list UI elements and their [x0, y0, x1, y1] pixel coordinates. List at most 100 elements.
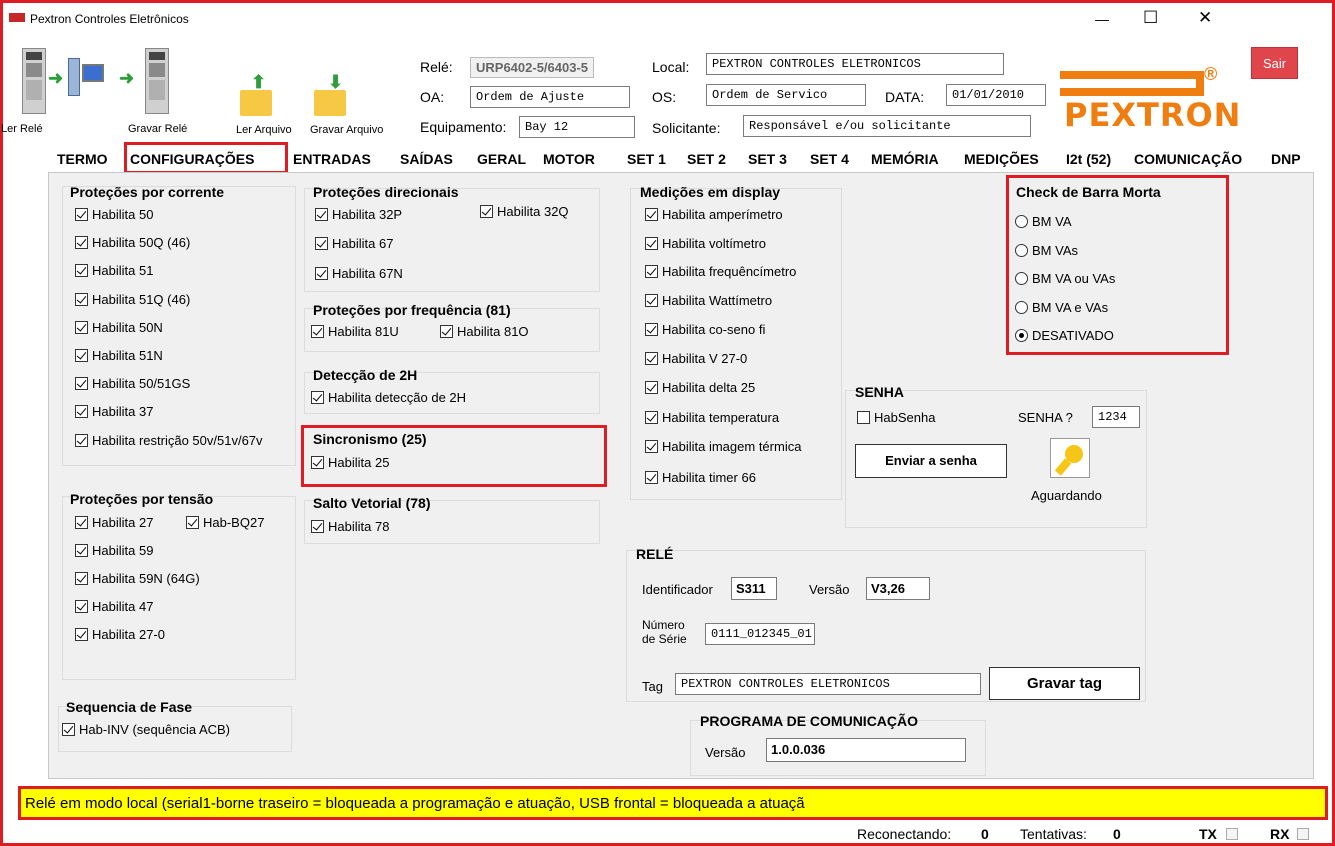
- habilita-temperatura-checkbox[interactable]: Habilita temperatura: [645, 410, 779, 425]
- relay-device-icon: [145, 48, 169, 114]
- habilita-51-checkbox[interactable]: Habilita 51: [75, 263, 153, 278]
- habilita-27-checkbox[interactable]: Habilita 27: [75, 515, 153, 530]
- os-label: OS:: [652, 89, 677, 105]
- tentativas-value: 0: [1113, 826, 1121, 842]
- habilita-50n-checkbox[interactable]: Habilita 50N: [75, 320, 163, 335]
- habilita-amperimetro-checkbox[interactable]: Habilita amperímetro: [645, 207, 783, 222]
- local-field[interactable]: PEXTRON CONTROLES ELETRONICOS: [706, 53, 1004, 75]
- habilita-restricao-checkbox[interactable]: Habilita restrição 50v/51v/67v: [75, 433, 263, 448]
- habilita-78-checkbox[interactable]: Habilita 78: [311, 519, 389, 534]
- habilita-51q-checkbox[interactable]: Habilita 51Q (46): [75, 292, 190, 307]
- equipamento-label: Equipamento:: [420, 119, 507, 135]
- habilita-delta25-checkbox[interactable]: Habilita delta 25: [645, 380, 755, 395]
- enviar-senha-button[interactable]: Enviar a senha: [855, 444, 1007, 478]
- tab-comunicacao[interactable]: COMUNICAÇÃO: [1131, 146, 1245, 172]
- tab-entradas[interactable]: ENTRADAS: [290, 146, 374, 172]
- pextron-logo: ® PEXTRON: [1058, 64, 1240, 134]
- reconectando-label: Reconectando:: [857, 826, 952, 842]
- habilita-imagem-termica-checkbox[interactable]: Habilita imagem térmica: [645, 439, 801, 454]
- registered-mark: ®: [1204, 64, 1218, 84]
- ler-rele-label: Ler Relé: [1, 123, 43, 135]
- habilita-59-checkbox[interactable]: Habilita 59: [75, 543, 153, 558]
- gravar-rele-button[interactable]: ➜ Gravar Relé: [116, 44, 211, 136]
- oa-field[interactable]: Ordem de Ajuste: [470, 86, 630, 108]
- solicitante-field[interactable]: Responsável e/ou solicitante: [743, 115, 1031, 137]
- habilita-voltimetro-checkbox[interactable]: Habilita voltímetro: [645, 236, 766, 251]
- tab-set-3[interactable]: SET 3: [745, 146, 790, 172]
- folder-open-icon: [240, 90, 272, 116]
- hab-inv-checkbox[interactable]: Hab-INV (sequência ACB): [62, 722, 230, 737]
- habilita-27-0-checkbox[interactable]: Habilita 27-0: [75, 627, 165, 642]
- os-field[interactable]: Ordem de Servico: [706, 84, 866, 106]
- folder-save-icon: [314, 90, 346, 116]
- tab-set-4[interactable]: SET 4: [807, 146, 852, 172]
- maximize-icon[interactable]: ☐: [1143, 8, 1158, 28]
- habilita-59n-checkbox[interactable]: Habilita 59N (64G): [75, 571, 200, 586]
- gravar-arquivo-button[interactable]: ⬇ Gravar Arquivo: [308, 70, 400, 136]
- title-bar: Pextron Controles Eletrônicos — ☐ ✕: [3, 3, 1332, 37]
- tab-medicoes[interactable]: MEDIÇÕES: [961, 146, 1042, 172]
- habilita-37-checkbox[interactable]: Habilita 37: [75, 404, 153, 419]
- tab-dnp[interactable]: DNP: [1268, 146, 1304, 172]
- tag-field[interactable]: PEXTRON CONTROLES ELETRONICOS: [675, 673, 981, 695]
- habilita-67n-checkbox[interactable]: Habilita 67N: [315, 266, 403, 281]
- habilita-67-checkbox[interactable]: Habilita 67: [315, 236, 393, 251]
- habilita-51n-checkbox[interactable]: Habilita 51N: [75, 348, 163, 363]
- senha-label: SENHA ?: [1018, 410, 1073, 425]
- senha-status: Aguardando: [1031, 488, 1102, 503]
- tab-set-1[interactable]: SET 1: [624, 146, 669, 172]
- equipamento-field[interactable]: Bay 12: [519, 116, 635, 138]
- tab-set-2[interactable]: SET 2: [684, 146, 729, 172]
- habilita-timer66-checkbox[interactable]: Habilita timer 66: [645, 470, 756, 485]
- computer-icon: [68, 52, 110, 98]
- habilita-25-checkbox[interactable]: Habilita 25: [311, 455, 389, 470]
- key-icon[interactable]: [1050, 438, 1090, 478]
- oa-label: OA:: [420, 89, 445, 105]
- hab-bq27-checkbox[interactable]: Hab-BQ27: [186, 515, 264, 530]
- habilita-81o-checkbox[interactable]: Habilita 81O: [440, 324, 529, 339]
- senha-field[interactable]: 1234: [1092, 406, 1140, 428]
- bm-va-e-vas-radio[interactable]: BM VA e VAs: [1015, 300, 1108, 315]
- habilita-32p-checkbox[interactable]: Habilita 32P: [315, 207, 402, 222]
- senha-title: SENHA: [855, 384, 905, 400]
- habilita-50q-checkbox[interactable]: Habilita 50Q (46): [75, 235, 190, 250]
- habilita-coseno-checkbox[interactable]: Habilita co-seno fi: [645, 322, 765, 337]
- numero-serie-field[interactable]: 0111_012345_01: [705, 623, 815, 645]
- sair-button[interactable]: Sair: [1251, 47, 1298, 79]
- habilita-81u-checkbox[interactable]: Habilita 81U: [311, 324, 399, 339]
- ler-arquivo-label: Ler Arquivo: [236, 124, 292, 136]
- tab-motor[interactable]: MOTOR: [540, 146, 598, 172]
- programa-title: PROGRAMA DE COMUNICAÇÃO: [700, 713, 919, 729]
- minimize-icon[interactable]: —: [1095, 11, 1109, 27]
- tab-saidas[interactable]: SAÍDAS: [397, 146, 456, 172]
- desativado-radio[interactable]: DESATIVADO: [1015, 328, 1114, 343]
- tab-termo[interactable]: TERMO: [54, 146, 111, 172]
- ler-arquivo-button[interactable]: ⬆ Ler Arquivo: [232, 70, 308, 136]
- data-field[interactable]: 01/01/2010: [946, 84, 1046, 106]
- bm-va-radio[interactable]: BM VA: [1015, 214, 1072, 229]
- tab-i2t[interactable]: I2t (52): [1063, 146, 1114, 172]
- habilita-v27-0-checkbox[interactable]: Habilita V 27-0: [645, 351, 747, 366]
- tx-indicator: [1226, 828, 1238, 840]
- habilita-2h-checkbox[interactable]: Habilita detecção de 2H: [311, 390, 466, 405]
- arrow-down-icon: ⬇: [328, 72, 344, 92]
- close-icon[interactable]: ✕: [1198, 8, 1212, 28]
- gravar-tag-button[interactable]: Gravar tag: [989, 667, 1140, 700]
- bm-va-ou-vas-radio[interactable]: BM VA ou VAs: [1015, 271, 1115, 286]
- ler-rele-button[interactable]: ➜ Ler Relé: [1, 44, 114, 136]
- habilita-32q-checkbox[interactable]: Habilita 32Q: [480, 204, 569, 219]
- reconectando-value: 0: [981, 826, 989, 842]
- habilita-wattimetro-checkbox[interactable]: Habilita Wattímetro: [645, 293, 772, 308]
- habilita-frequencimetro-checkbox[interactable]: Habilita frequêncímetro: [645, 264, 796, 279]
- logo-text: PEXTRON: [1064, 96, 1242, 134]
- habilita-47-checkbox[interactable]: Habilita 47: [75, 599, 153, 614]
- tab-configuracoes[interactable]: CONFIGURAÇÕES: [127, 146, 258, 172]
- tab-memoria[interactable]: MEMÓRIA: [868, 146, 942, 172]
- habilita-50-51gs-checkbox[interactable]: Habilita 50/51GS: [75, 376, 190, 391]
- habsenha-checkbox[interactable]: HabSenha: [857, 410, 935, 425]
- gravar-arquivo-label: Gravar Arquivo: [310, 124, 384, 136]
- bm-vas-radio[interactable]: BM VAs: [1015, 243, 1078, 258]
- prot-direcionais-title: Proteções direcionais: [313, 184, 459, 200]
- tab-geral[interactable]: GERAL: [474, 146, 529, 172]
- habilita-50-checkbox[interactable]: Habilita 50: [75, 207, 153, 222]
